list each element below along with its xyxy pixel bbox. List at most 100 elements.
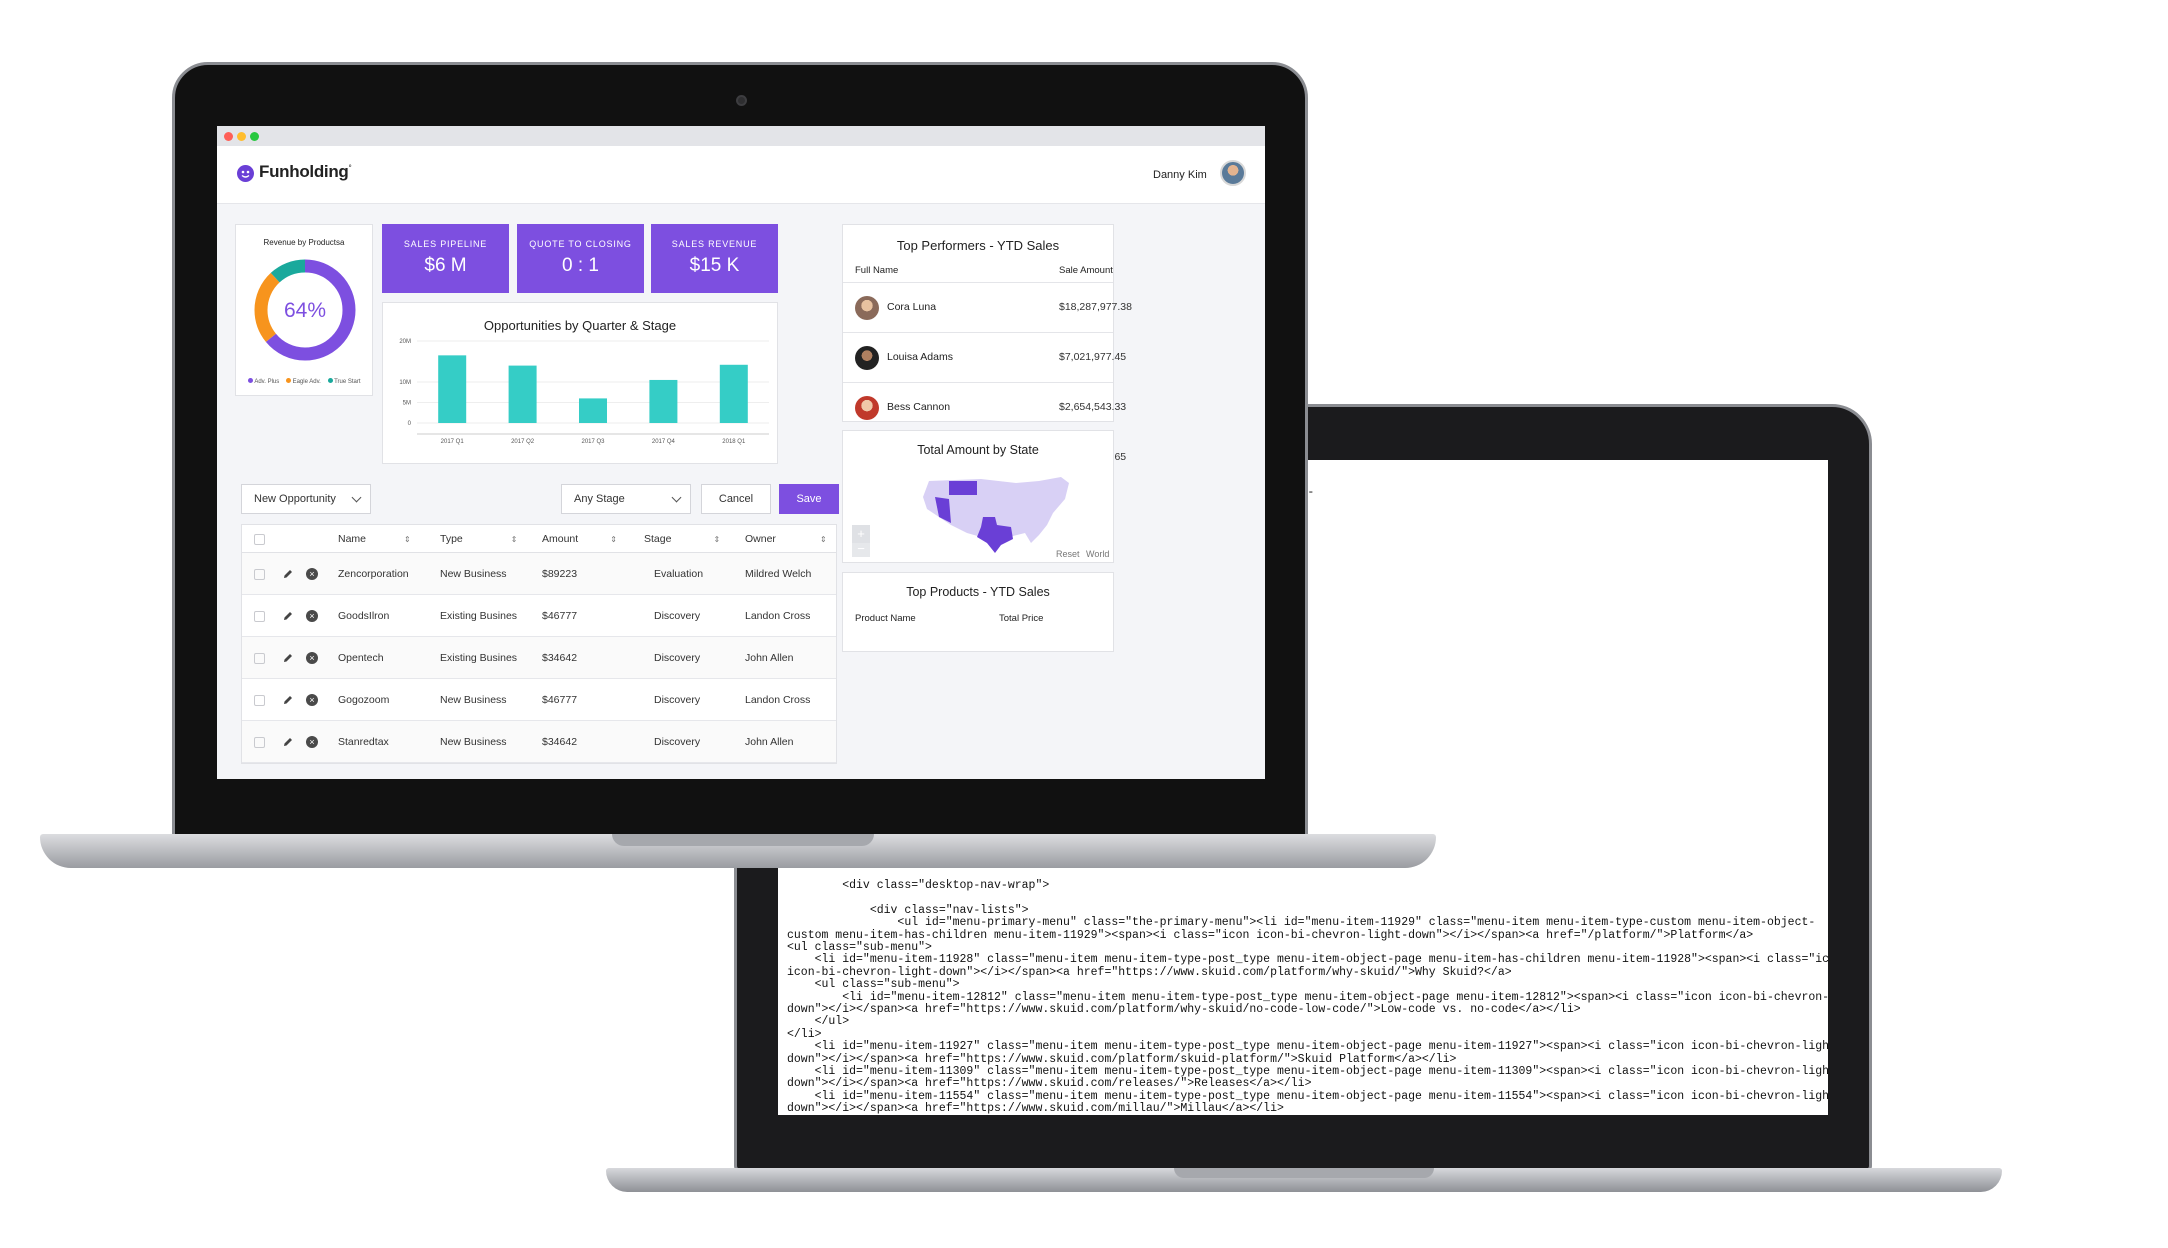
close-window-icon[interactable] — [224, 132, 233, 141]
edit-icon[interactable] — [282, 694, 294, 706]
table-row[interactable]: × Gogozoom New Business $46777 Discovery Land… — [242, 679, 836, 721]
kpi-value: $15 K — [689, 255, 740, 276]
legend-item: Eagle Adv. — [292, 379, 321, 385]
kpi-sales-revenue[interactable]: SALES REVENUE $15 K — [651, 224, 778, 293]
table-cell: Stanredtax — [338, 735, 389, 748]
top-performers-title: Top Performers - YTD Sales — [896, 238, 1060, 253]
delete-icon[interactable]: × — [306, 735, 318, 748]
donut-title: Revenue by Productsa — [263, 238, 345, 247]
table-cell: GoodsIlron — [338, 609, 390, 622]
table-cell: Opentech — [338, 651, 384, 664]
row-checkbox[interactable] — [254, 694, 265, 706]
us-map[interactable] — [921, 473, 1071, 553]
code-line: </ul> — [787, 1015, 850, 1029]
table-cell: $46777 — [542, 609, 578, 622]
user-name[interactable]: Danny Kim — [1153, 169, 1207, 181]
table-body: × Zencorporation New Business $89223 Evaluat… — [242, 553, 836, 763]
table-cell: Mildred Welch — [745, 567, 812, 580]
col-header-type[interactable]: Type ⇕ — [440, 533, 517, 545]
delete-icon[interactable]: × — [306, 693, 318, 706]
performer-amount: $18,287,977.38 — [1059, 301, 1132, 313]
table-cell: New Business — [440, 567, 507, 580]
col-header-owner[interactable]: Owner ⇕ — [745, 533, 827, 545]
x-tick-label: 2017 Q3 — [581, 439, 605, 445]
col-total-price: Total Price — [999, 613, 1044, 624]
code-line: <ul class="sub-menu"> — [787, 978, 960, 992]
table-cell: John Allen — [745, 735, 794, 748]
table-cell: John Allen — [745, 651, 794, 664]
table-cell: New Business — [440, 735, 507, 748]
donut-center-label: 64% — [284, 299, 326, 322]
table-cell: $34642 — [542, 735, 578, 748]
code-line: down"></i></span><a href="https://www.sk… — [787, 1003, 1581, 1016]
performer-row[interactable]: Bess Cannon $2,654,543.33 — [843, 382, 1126, 432]
sort-icon: ⇕ — [404, 534, 411, 544]
app-header: Funholding° Danny Kim — [217, 146, 1265, 204]
edit-icon[interactable] — [282, 736, 294, 748]
row-checkbox[interactable] — [254, 736, 265, 748]
col-header-name[interactable]: Name ⇕ — [338, 533, 411, 545]
delete-icon[interactable]: × — [306, 567, 318, 580]
col-header-stage[interactable]: Stage ⇕ — [644, 533, 720, 545]
minimize-window-icon[interactable] — [237, 132, 246, 141]
select-all-checkbox[interactable] — [254, 533, 265, 545]
bar[interactable] — [579, 398, 607, 423]
col-full-name: Full Name — [855, 265, 899, 276]
cancel-button[interactable]: Cancel — [701, 484, 771, 514]
table-row[interactable]: × Opentech Existing Busines $34642 Discovery… — [242, 637, 836, 679]
table-cell: Discovery — [654, 651, 701, 664]
y-tick-label: 0 — [408, 421, 412, 427]
maximize-window-icon[interactable] — [250, 132, 259, 141]
table-cell: New Business — [440, 693, 507, 706]
kpi-value: $6 M — [424, 255, 467, 276]
code-line: down"></i></span><a href="https://www.sk… — [787, 1102, 1284, 1115]
user-avatar[interactable] — [1220, 160, 1246, 186]
kpi-quote-to-closing[interactable]: QUOTE TO CLOSING 0 : 1 — [517, 224, 644, 293]
map-reset-link[interactable]: Reset — [1056, 549, 1080, 559]
code-line: <ul id="menu-primary-menu" class="the-pr… — [787, 916, 1816, 930]
brand-name[interactable]: Funholding° — [259, 162, 352, 182]
bar[interactable] — [508, 365, 537, 423]
bar[interactable] — [438, 355, 467, 423]
performer-amount: $7,021,977.45 — [1059, 351, 1127, 363]
map-title: Total Amount by State — [917, 443, 1039, 457]
delete-icon[interactable]: × — [306, 609, 318, 622]
table-row[interactable]: × Zencorporation New Business $89223 Evaluat… — [242, 553, 836, 595]
table-cell: $89223 — [542, 567, 578, 580]
edit-icon[interactable] — [282, 568, 294, 580]
legend-dot-icon — [327, 378, 333, 383]
performer-row[interactable]: Louisa Adams $7,021,977.45 — [843, 332, 1126, 382]
table-row[interactable]: × Stanredtax New Business $34642 Discovery Jo… — [242, 721, 836, 763]
col-header-amount[interactable]: Amount ⇕ — [542, 533, 617, 545]
edit-icon[interactable] — [282, 652, 294, 664]
row-checkbox[interactable] — [254, 610, 265, 622]
new-opportunity-dropdown[interactable]: New Opportunity — [241, 484, 371, 514]
stage-filter-dropdown[interactable]: Any Stage — [561, 484, 691, 514]
map-world-link[interactable]: World — [1086, 549, 1109, 559]
brand-logo-icon — [237, 165, 254, 182]
edit-icon[interactable] — [282, 610, 294, 622]
performer-avatar — [855, 346, 879, 370]
performer-name: Bess Cannon — [887, 401, 951, 413]
row-checkbox[interactable] — [254, 568, 265, 580]
state-map-card: Total Amount by State + − Reset World — [842, 430, 1114, 563]
performer-row[interactable]: Cora Luna $18,287,977.38 — [843, 282, 1132, 332]
code-line: <li id="menu-item-11928" class="menu-ite… — [787, 953, 1828, 967]
top-products-title: Top Products - YTD Sales — [906, 585, 1050, 599]
x-tick-label: 2017 Q1 — [441, 439, 465, 445]
table-cell: Discovery — [654, 735, 701, 748]
bar[interactable] — [719, 364, 748, 423]
delete-icon[interactable]: × — [306, 651, 318, 664]
back-laptop-notch — [1174, 1168, 1434, 1178]
chevron-down-icon — [351, 492, 362, 503]
save-button[interactable]: Save — [779, 484, 839, 514]
sort-icon: ⇕ — [510, 534, 518, 544]
table-cell: Landon Cross — [745, 609, 811, 622]
row-checkbox[interactable] — [254, 652, 265, 664]
top-products-card: Top Products - YTD Sales Product Name To… — [842, 572, 1114, 652]
table-row[interactable]: × GoodsIlron Existing Busines $46777 Discove… — [242, 595, 836, 637]
zoom-out-button[interactable]: − — [852, 542, 870, 557]
highlighted-state — [949, 481, 977, 495]
bar[interactable] — [649, 379, 678, 423]
kpi-sales-pipeline[interactable]: SALES PIPELINE $6 M — [382, 224, 509, 293]
